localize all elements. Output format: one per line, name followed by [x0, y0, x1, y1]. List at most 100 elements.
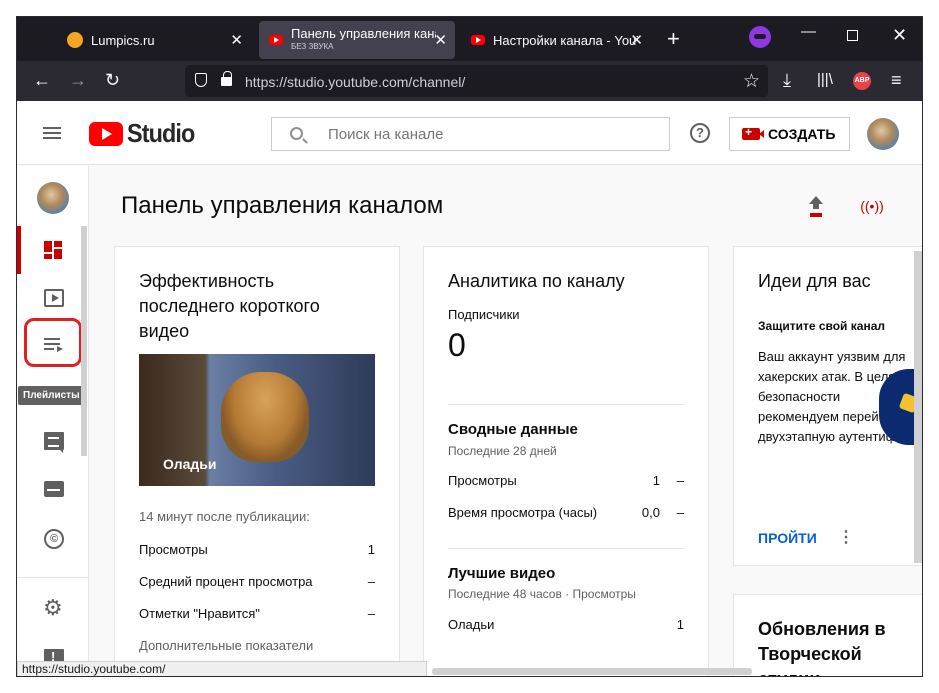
tab-title: Настройки канала - YouTu — [493, 32, 638, 48]
pancake-image — [221, 372, 309, 462]
create-button[interactable]: СОЗДАТЬ — [729, 117, 850, 151]
new-tab-icon[interactable]: + — [667, 26, 680, 52]
video-since-label: 14 минут после публикации: — [139, 509, 310, 524]
summary-title: Сводные данные — [448, 421, 578, 438]
sidebar-item-copyright[interactable]: © — [17, 514, 89, 562]
summary-label: Время просмотра (часы) — [448, 505, 598, 520]
upload-icon[interactable] — [798, 188, 834, 224]
top-video-views: 1 — [676, 617, 684, 632]
bookmark-star-icon[interactable]: ☆ — [743, 70, 760, 93]
gear-icon: ⚙ — [43, 595, 63, 620]
youtube-favicon-icon — [269, 35, 283, 45]
top-video-title: Оладьи — [448, 617, 495, 632]
sidebar-item-comments[interactable] — [17, 417, 89, 465]
comments-icon — [44, 432, 64, 453]
more-options-icon[interactable]: ⋮ — [838, 527, 854, 547]
subtitles-icon — [44, 481, 64, 497]
summary-period: Последние 28 дней — [448, 444, 557, 458]
help-icon[interactable]: ? — [690, 123, 710, 143]
top-video-row[interactable]: Оладьи 1 — [448, 617, 684, 637]
horizontal-scrollbar[interactable] — [432, 668, 752, 675]
tab-lumpics[interactable]: Lumpics.ru ✕ — [57, 21, 251, 59]
card-title: Идеи для вас — [758, 271, 871, 291]
youtube-studio-app: Studio ? СОЗДАТЬ Плейлис — [17, 101, 922, 676]
ideas-subtitle: Защитите свой канал — [758, 319, 885, 333]
summary-value: 1 — [652, 473, 660, 488]
go-live-icon[interactable]: ((•)) — [854, 188, 890, 224]
sidebar-item-settings[interactable]: ⚙ — [17, 586, 89, 634]
youtube-favicon-icon — [471, 35, 485, 45]
sidebar-item-subtitles[interactable] — [17, 466, 89, 514]
search-box[interactable] — [271, 117, 670, 151]
tab-muted-label: БЕЗ ЗВУКА — [291, 42, 334, 51]
forward-arrow-icon[interactable]: → — [69, 71, 87, 89]
ideas-card: Идеи для вас Защитите свой канал Ваш акк… — [733, 246, 922, 566]
playlists-tooltip: Плейлисты — [18, 386, 85, 405]
subscribers-value: 0 — [448, 327, 466, 363]
sidebar-divider — [17, 577, 89, 578]
sidebar-scrollbar[interactable] — [81, 226, 87, 456]
trend-indicator: – — [676, 505, 684, 520]
tab-strip: Lumpics.ru ✕ Панель управления канало БЕ… — [17, 17, 922, 61]
main-scrollbar[interactable] — [914, 251, 922, 563]
playlist-icon — [44, 336, 64, 354]
metric-label: Средний процент просмотра — [139, 574, 313, 589]
subscribers-label: Подписчики — [448, 307, 520, 322]
metric-row: Средний процент просмотра – — [139, 574, 375, 594]
sidebar-item-content[interactable] — [17, 274, 89, 322]
adblock-icon[interactable]: ABP — [853, 72, 871, 90]
channel-avatar[interactable] — [37, 182, 69, 214]
account-avatar[interactable] — [867, 118, 899, 150]
summary-label: Просмотры — [448, 473, 517, 488]
shield-icon[interactable] — [195, 73, 207, 87]
top-videos-period: Последние 48 часов · Просмотры — [448, 587, 636, 601]
latest-video-card: Эффективность последнего короткого видео… — [114, 246, 400, 676]
metric-label: Просмотры — [139, 542, 208, 557]
tab-channel-settings[interactable]: Настройки канала - YouTu ✕ — [461, 21, 651, 59]
summary-value: 0,0 — [641, 505, 660, 520]
reload-icon[interactable]: ↻ — [105, 71, 120, 89]
channel-analytics-card: Аналитика по каналу Подписчики 0 Сводные… — [423, 246, 709, 676]
metric-row: Отметки "Нравится" – — [139, 606, 375, 626]
sidebar-item-playlists[interactable] — [17, 321, 89, 369]
maximize-icon[interactable] — [847, 30, 858, 41]
tab-dashboard[interactable]: Панель управления канало БЕЗ ЗВУКА ✕ — [259, 21, 455, 59]
download-icon[interactable]: ⤓ — [783, 71, 791, 89]
summary-row: Время просмотра (часы) 0,0 – — [448, 505, 684, 525]
url-bar[interactable]: https://studio.youtube.com/channel/ ☆ — [185, 65, 768, 97]
video-thumbnail[interactable]: Оладьи — [139, 354, 375, 486]
youtube-logo-icon[interactable] — [89, 122, 123, 146]
tab-title: Lumpics.ru — [91, 32, 155, 48]
studio-wordmark[interactable]: Studio — [127, 118, 195, 149]
left-sidebar: Плейлисты © ⚙ — [17, 166, 89, 676]
divider — [448, 548, 684, 549]
tab-close-icon[interactable]: ✕ — [230, 31, 243, 49]
navigation-bar: ← → ↻ https://studio.youtube.com/channel… — [17, 61, 922, 101]
minimize-icon[interactable]: — — [801, 23, 816, 40]
browser-window: Lumpics.ru ✕ Панель управления канало БЕ… — [16, 16, 923, 677]
private-mask-icon[interactable] — [749, 26, 771, 48]
library-icon[interactable]: |||\ — [817, 71, 833, 89]
main-content: Панель управления каналом ((•)) Эффектив… — [90, 166, 922, 676]
dashboard-icon — [44, 241, 64, 259]
ideas-go-button[interactable]: ПРОЙТИ — [758, 530, 817, 546]
url-text[interactable]: https://studio.youtube.com/channel/ — [245, 74, 465, 90]
status-bar-url: https://studio.youtube.com/ — [17, 661, 427, 676]
search-input[interactable] — [328, 118, 658, 150]
tab-close-icon[interactable]: ✕ — [434, 31, 447, 49]
trend-indicator: – — [676, 473, 684, 488]
more-metrics-link[interactable]: Дополнительные показатели — [139, 638, 313, 653]
metric-label: Отметки "Нравится" — [139, 606, 260, 621]
browser-menu-icon[interactable]: ≡ — [891, 71, 902, 89]
sidebar-item-dashboard[interactable] — [17, 226, 89, 274]
hamburger-menu-icon[interactable] — [43, 127, 61, 139]
window-close-icon[interactable]: ✕ — [892, 25, 907, 46]
create-label: СОЗДАТЬ — [768, 126, 836, 142]
lumpics-favicon-icon — [67, 32, 83, 48]
metric-value: – — [367, 574, 375, 589]
card-title: Обновления в Творческой студии — [758, 619, 886, 676]
lock-icon[interactable] — [221, 71, 232, 86]
back-arrow-icon[interactable]: ← — [33, 71, 51, 89]
video-content-icon — [44, 289, 64, 307]
tab-close-icon[interactable]: ✕ — [630, 31, 643, 49]
